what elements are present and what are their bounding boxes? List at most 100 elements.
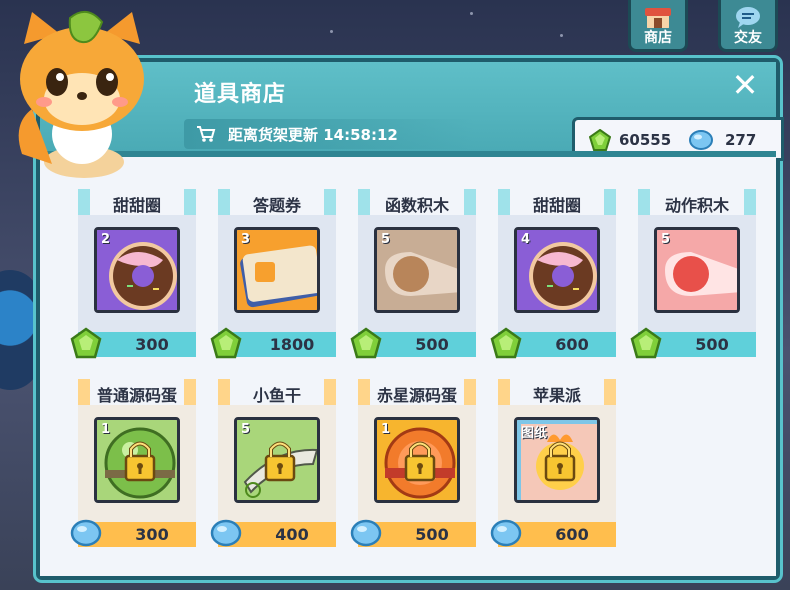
item-body: 5 <box>638 215 756 332</box>
item-name: 赤星源码蛋 <box>376 386 457 405</box>
refresh-timer-text: 距离货架更新 14:58:12 <box>228 126 398 144</box>
item-price-bar[interactable]: 500 <box>350 519 476 547</box>
item-quantity: 4 <box>521 232 531 247</box>
shop-item-card[interactable]: 甜甜圈 4 600 <box>490 189 616 359</box>
item-price: 300 <box>135 335 169 354</box>
green-gem-icon <box>210 327 242 359</box>
item-price-bar[interactable]: 500 <box>350 327 476 359</box>
item-price-bar[interactable]: 500 <box>630 327 756 359</box>
item-icon-frame: 图纸 <box>514 417 600 503</box>
item-price: 300 <box>135 525 169 544</box>
shop-nav-button[interactable]: 商店 <box>628 0 688 52</box>
item-price-bar[interactable]: 400 <box>210 519 336 547</box>
lock-icon <box>404 441 436 482</box>
item-name-bar: 普通源码蛋 <box>78 379 196 405</box>
green-gem-icon <box>70 327 102 359</box>
item-quantity: 2 <box>101 232 111 247</box>
blue-crystal-icon <box>490 519 522 547</box>
shop-item-card[interactable]: 普通源码蛋 1 300 <box>70 379 196 547</box>
item-name: 动作积木 <box>664 196 729 215</box>
green-gem-icon <box>630 327 662 359</box>
blue-crystal-icon <box>70 519 102 547</box>
item-body: 5 <box>358 215 476 332</box>
shop-item-card[interactable]: 赤星源码蛋 1 500 <box>350 379 476 547</box>
shop-item-card[interactable]: 答题券 3 1800 <box>210 189 336 359</box>
green-gem-icon <box>589 129 611 151</box>
refresh-timer-bar: 距离货架更新 14:58:12 <box>184 119 474 149</box>
item-price-bar[interactable]: 600 <box>490 519 616 547</box>
blue-crystal-icon <box>350 519 382 547</box>
item-name: 苹果派 <box>532 386 581 405</box>
item-name: 小鱼干 <box>252 386 301 405</box>
star-dot <box>330 30 333 33</box>
item-name: 甜甜圈 <box>112 196 161 215</box>
fox-mascot-icon <box>18 11 144 178</box>
item-name-bar: 答题券 <box>218 189 336 215</box>
item-price-bar[interactable]: 600 <box>490 327 616 359</box>
close-button[interactable]: ✕ <box>728 68 762 102</box>
item-body: 图纸 <box>498 405 616 522</box>
item-icon-frame: 2 <box>94 227 180 313</box>
blue-crystal-icon <box>210 519 242 547</box>
social-nav-button[interactable]: 交友 <box>718 0 778 52</box>
item-name: 普通源码蛋 <box>96 386 177 405</box>
shop-item-card[interactable]: 函数积木 5 500 <box>350 189 476 359</box>
shop-building-icon <box>645 8 671 28</box>
green-gem-icon <box>350 327 382 359</box>
item-price-bar[interactable]: 300 <box>70 327 196 359</box>
item-body: 2 <box>78 215 196 332</box>
item-price-bar[interactable]: 300 <box>70 519 196 547</box>
background-robot <box>0 270 40 390</box>
item-name-bar: 赤星源码蛋 <box>358 379 476 405</box>
shop-item-card[interactable]: 小鱼干 5 400 <box>210 379 336 547</box>
item-quantity: 5 <box>661 232 671 247</box>
item-quantity: 1 <box>101 422 111 437</box>
green-gem-icon <box>490 327 522 359</box>
item-name: 答题券 <box>252 196 301 215</box>
item-name-bar: 小鱼干 <box>218 379 336 405</box>
shop-title: 道具商店 <box>194 82 287 107</box>
star-dot <box>560 34 563 37</box>
item-icon-frame: 1 <box>94 417 180 503</box>
item-body: 3 <box>218 215 336 332</box>
lock-icon <box>124 441 156 482</box>
currency-display: 60555 277 <box>572 117 784 161</box>
item-body: 5 <box>218 405 336 522</box>
item-body: 1 <box>78 405 196 522</box>
shop-item-card[interactable]: 甜甜圈 2 300 <box>70 189 196 359</box>
star-dot <box>470 12 473 15</box>
item-icon-frame: 4 <box>514 227 600 313</box>
item-name: 甜甜圈 <box>532 196 581 215</box>
item-name-bar: 函数积木 <box>358 189 476 215</box>
item-icon-frame: 5 <box>234 417 320 503</box>
item-name-bar: 动作积木 <box>638 189 756 215</box>
crystal-count: 277 <box>725 131 757 149</box>
item-quantity: 5 <box>241 422 251 437</box>
item-body: 4 <box>498 215 616 332</box>
item-icon-frame: 3 <box>234 227 320 313</box>
item-name-bar: 甜甜圈 <box>498 189 616 215</box>
item-icon-frame: 1 <box>374 417 460 503</box>
item-quantity: 1 <box>381 422 391 437</box>
chat-bubble-icon <box>736 7 760 28</box>
shop-nav-label: 商店 <box>644 30 672 46</box>
item-price: 1800 <box>269 335 315 354</box>
item-icon-frame: 5 <box>374 227 460 313</box>
lock-icon <box>544 441 576 482</box>
shop-item-card[interactable]: 苹果派图纸 600 <box>490 379 616 547</box>
gem-count: 60555 <box>619 131 672 149</box>
item-quantity: 5 <box>381 232 391 247</box>
shop-item-card[interactable]: 动作积木 5 500 <box>630 189 756 359</box>
item-name: 函数积木 <box>384 196 449 215</box>
item-price: 500 <box>415 525 449 544</box>
item-quantity: 3 <box>241 232 251 247</box>
item-price: 600 <box>555 525 589 544</box>
item-price: 500 <box>695 335 729 354</box>
item-price-bar[interactable]: 1800 <box>210 327 336 359</box>
shopping-cart-icon <box>197 126 216 142</box>
item-icon-frame: 5 <box>654 227 740 313</box>
lock-icon <box>264 441 296 482</box>
item-price: 600 <box>555 335 589 354</box>
shop-item-grid: 甜甜圈 2 300 答题券 3 1800 函数积木 5 500 甜甜圈 4 600 动作积木 5 500 普通… <box>40 157 776 576</box>
item-price: 400 <box>275 525 309 544</box>
